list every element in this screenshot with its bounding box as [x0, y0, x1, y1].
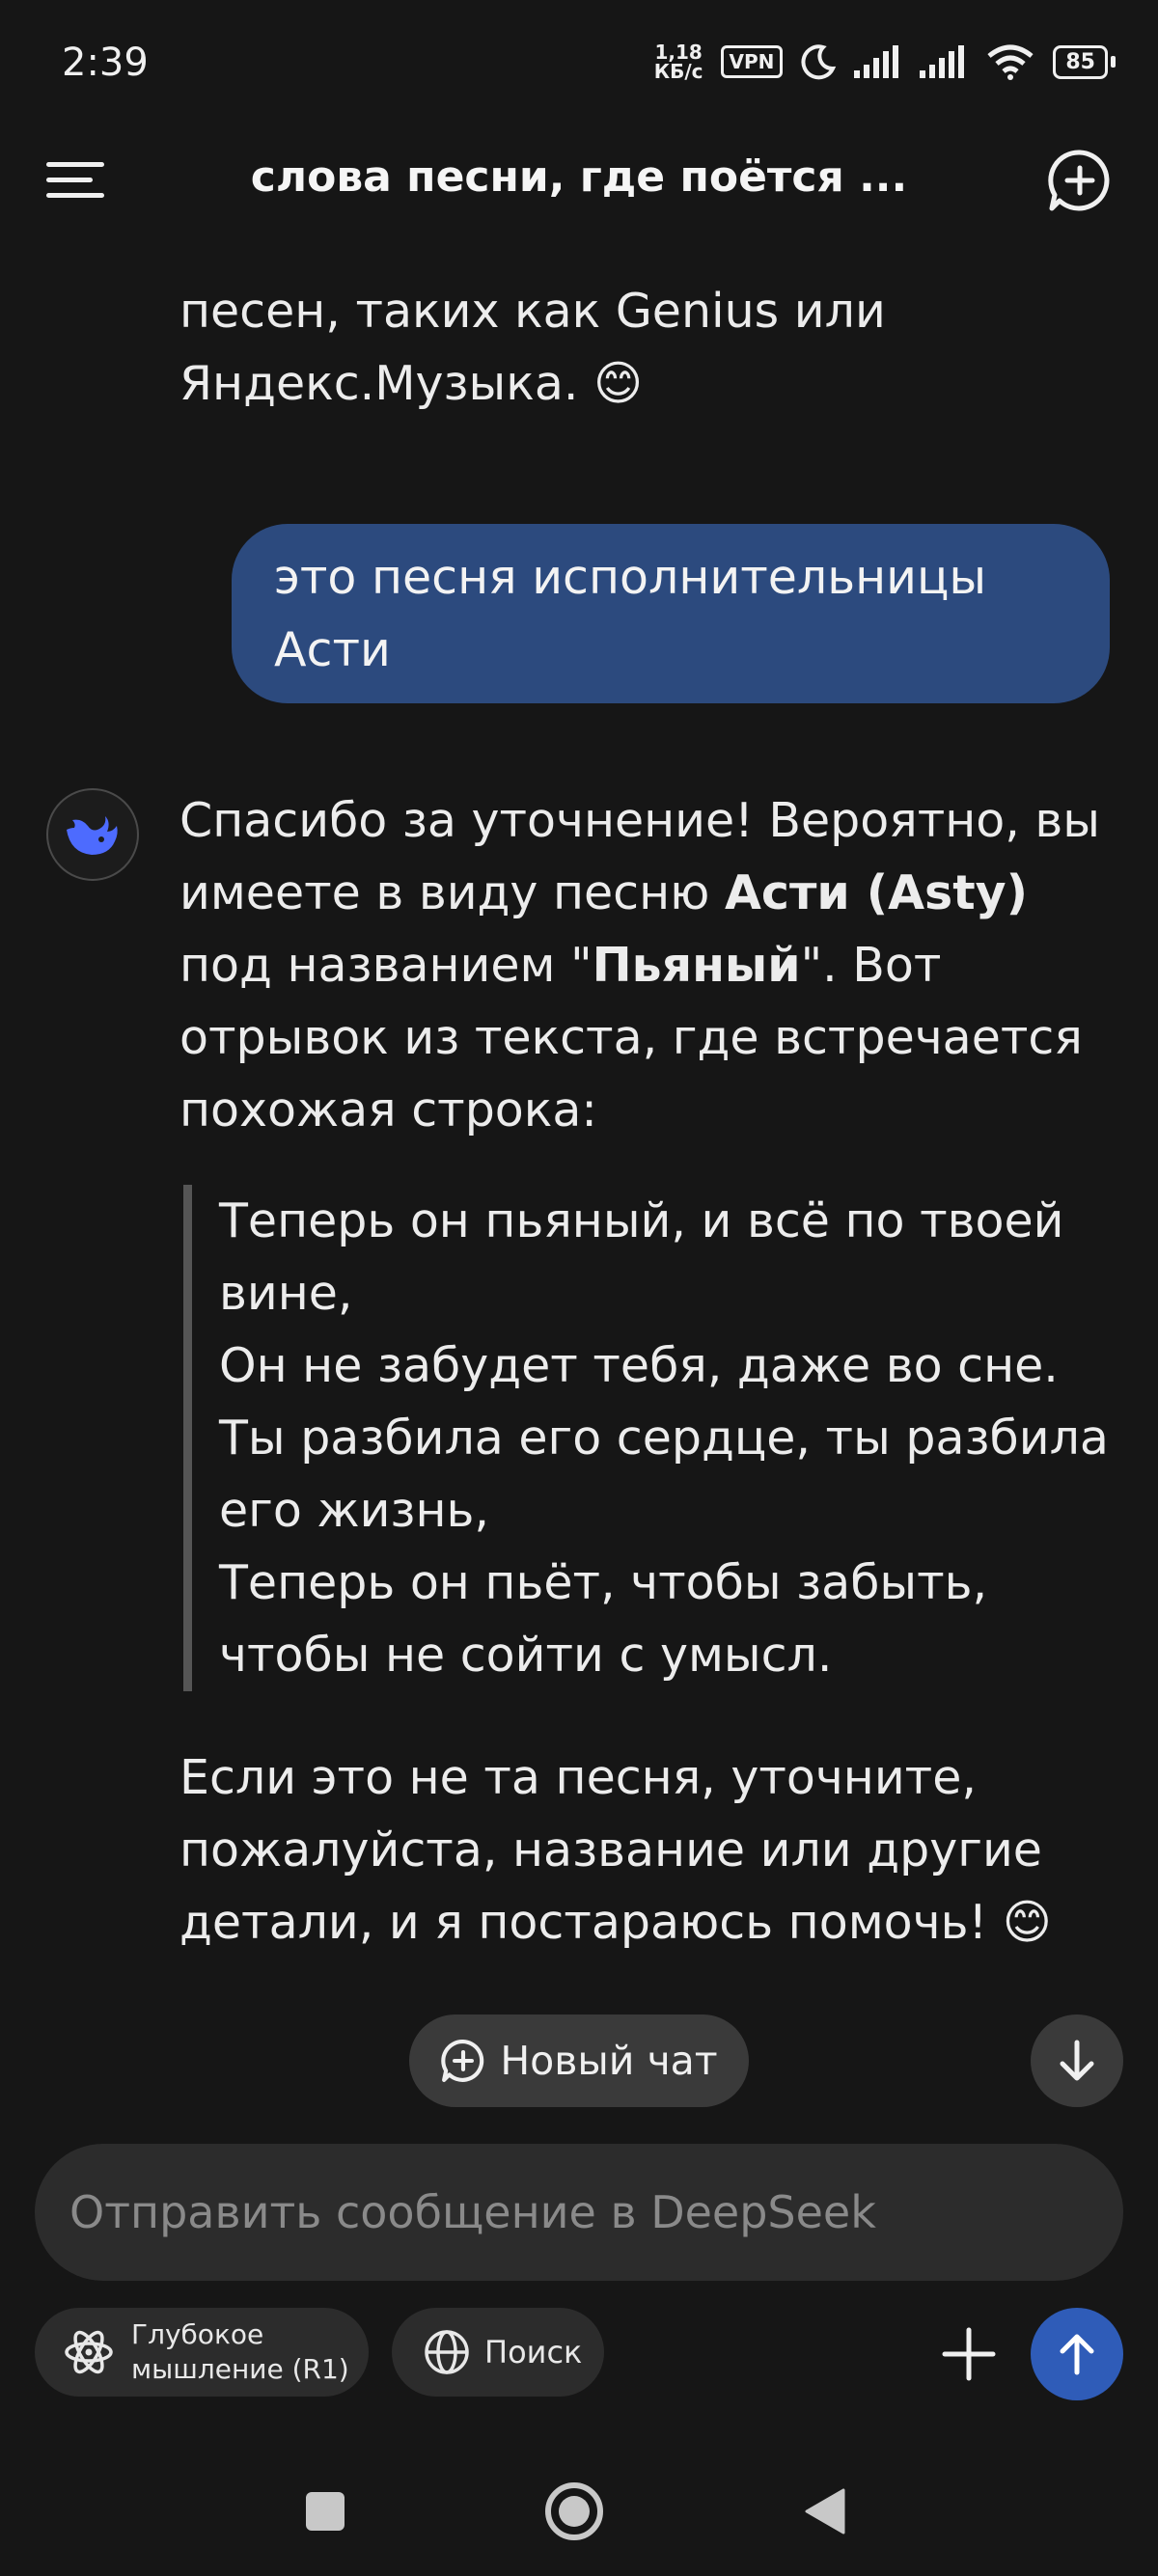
message-input-placeholder: Отправить сообщение в DeepSeek — [69, 2186, 876, 2238]
ai-reply-intro-2: под названием " — [179, 938, 593, 993]
battery-tip — [1111, 56, 1116, 68]
new-chat-icon[interactable] — [1046, 147, 1114, 214]
app-header: слова песни, где поётся ... — [0, 135, 1158, 280]
status-bar: 2:39 1,18 КБ/с VPN 85 — [0, 0, 1158, 135]
status-icons: 1,18 КБ/с VPN 85 — [654, 42, 1116, 81]
recents-button[interactable] — [291, 2478, 359, 2545]
battery-icon: 85 — [1053, 44, 1116, 79]
arrow-up-icon — [1060, 2334, 1094, 2375]
atom-icon — [65, 2330, 113, 2374]
deepseek-avatar — [46, 788, 139, 881]
deep-think-label-line-1: Глубокое — [131, 2318, 264, 2350]
back-triangle-icon — [805, 2488, 845, 2535]
wifi-icon — [987, 44, 1034, 80]
ai-message: Спасибо за уточнение! Вероятно, вы имеет… — [0, 784, 1158, 1959]
chat-area[interactable]: системах или на сайтах с текстами песен,… — [0, 280, 1158, 2094]
deep-think-toggle[interactable]: Глубокое мышление (R1) — [35, 2308, 369, 2397]
signal-icon — [854, 45, 899, 78]
vpn-icon: VPN — [720, 45, 784, 78]
chat-title: слова песни, где поётся ... — [250, 152, 908, 202]
message-input[interactable]: Отправить сообщение в DeepSeek — [35, 2144, 1123, 2281]
battery-level: 85 — [1053, 44, 1108, 79]
new-chat-icon — [441, 2040, 484, 2082]
menu-icon[interactable] — [46, 158, 104, 203]
quote-line: Теперь он пьяный, и всё по твоей вине, — [219, 1193, 1064, 1321]
quote-line: Ты разбила его сердце, ты разбила его жи… — [219, 1411, 1109, 1538]
whale-logo-icon — [67, 816, 118, 855]
new-chat-button[interactable]: Новый чат — [409, 2014, 749, 2107]
scroll-down-button[interactable] — [1031, 2014, 1123, 2107]
system-nav-bar — [0, 2451, 1158, 2576]
status-time: 2:39 — [62, 41, 149, 85]
signal-icon-2 — [920, 45, 965, 78]
plus-icon — [942, 2327, 996, 2381]
quote-line: Он не забудет тебя, даже во сне. — [219, 1338, 1059, 1393]
attach-button[interactable] — [930, 2316, 1007, 2393]
new-chat-label: Новый чат — [500, 2038, 718, 2084]
user-message: это песня исполнительницы Асти — [232, 524, 1110, 703]
deep-think-label: Глубокое мышление (R1) — [131, 2317, 349, 2387]
square-icon — [306, 2492, 345, 2531]
back-button[interactable] — [791, 2478, 859, 2545]
quote-line: Теперь он пьёт, чтобы забыть, чтобы не с… — [219, 1555, 988, 1683]
network-speed: 1,18 КБ/с — [654, 42, 703, 81]
artist-name: Асти (Asty) — [724, 865, 1028, 920]
network-speed-unit: КБ/с — [653, 60, 703, 83]
ai-reply-text: Спасибо за уточнение! Вероятно, вы имеет… — [179, 784, 1106, 1146]
home-circle-icon — [545, 2482, 603, 2540]
globe-icon — [425, 2330, 469, 2374]
deep-think-label-line-2: мышление (R1) — [131, 2353, 349, 2385]
search-label: Поиск — [484, 2334, 583, 2370]
ai-reply-outro: Если это не та песня, уточните, пожалуйс… — [179, 1750, 1052, 1950]
moon-icon — [801, 44, 837, 80]
send-button[interactable] — [1031, 2308, 1123, 2400]
song-name: Пьяный — [592, 938, 801, 993]
search-toggle[interactable]: Поиск — [392, 2308, 604, 2397]
network-speed-value: 1,18 — [654, 41, 703, 64]
home-button[interactable] — [540, 2478, 608, 2545]
lyrics-quote: Теперь он пьяный, и всё по твоей вине, О… — [183, 1185, 1110, 1691]
ai-message-partial: системах или на сайтах с текстами песен,… — [179, 284, 886, 411]
arrow-down-icon — [1060, 2040, 1094, 2081]
